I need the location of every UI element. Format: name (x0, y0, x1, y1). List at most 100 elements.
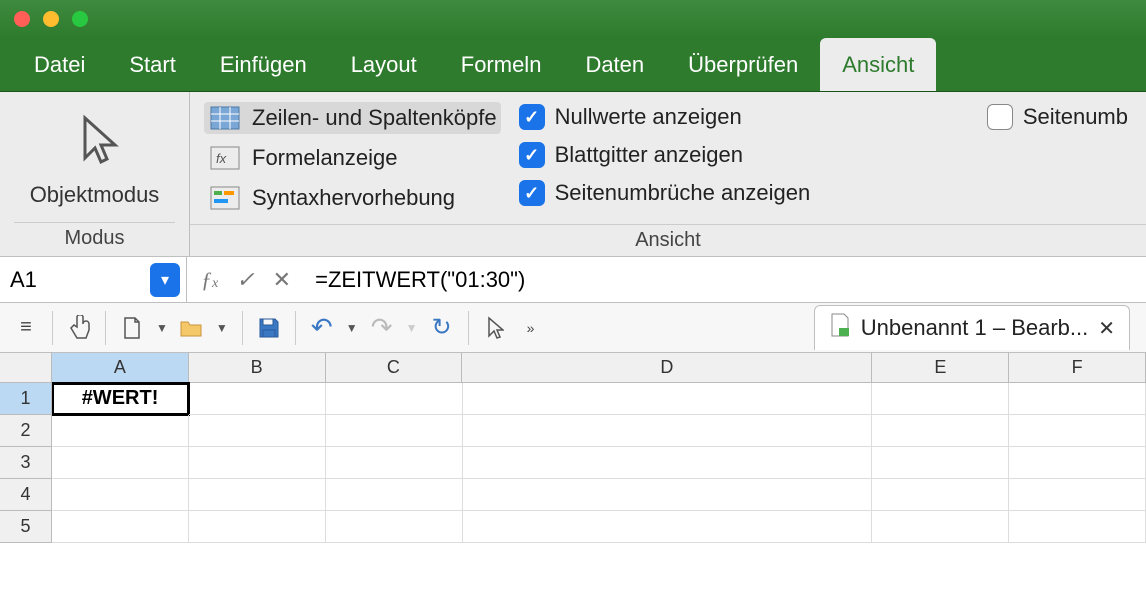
cell[interactable] (52, 479, 189, 511)
cell[interactable] (1009, 415, 1146, 447)
cell[interactable] (189, 383, 326, 415)
row-header[interactable]: 4 (0, 479, 52, 511)
table-row (52, 415, 1146, 447)
name-box-input[interactable] (0, 257, 150, 302)
dropdown-caret-icon[interactable]: ▼ (212, 321, 232, 335)
object-mode-cursor-icon[interactable] (65, 102, 125, 182)
menubar-tab-überprüfen[interactable]: Überprüfen (666, 38, 820, 91)
cell[interactable] (52, 415, 189, 447)
accept-icon[interactable]: ✓ (236, 267, 254, 293)
option-label: Blattgitter anzeigen (555, 142, 743, 168)
formula-input[interactable] (305, 257, 1146, 302)
menubar-tab-einfügen[interactable]: Einfügen (198, 38, 329, 91)
cell[interactable] (463, 447, 872, 479)
dropdown-caret-icon[interactable]: ▼ (152, 321, 172, 335)
traffic-light-close[interactable] (14, 11, 30, 27)
cell[interactable] (872, 511, 1009, 543)
cell[interactable] (52, 447, 189, 479)
touch-icon[interactable] (63, 312, 95, 344)
cell[interactable] (52, 511, 189, 543)
cancel-icon[interactable]: ✕ (273, 267, 291, 293)
cell[interactable] (326, 447, 463, 479)
ribbon-section-mode-label: Modus (14, 222, 175, 250)
menubar-tab-start[interactable]: Start (107, 38, 197, 91)
menubar-tab-ansicht[interactable]: Ansicht (820, 38, 936, 91)
column-header[interactable]: C (326, 353, 463, 383)
new-doc-icon[interactable] (116, 312, 148, 344)
column-header[interactable]: B (189, 353, 326, 383)
name-box-dropdown-icon[interactable]: ▾ (150, 263, 180, 297)
checkbox-icon[interactable] (519, 180, 545, 206)
cell[interactable]: #WERT! (52, 383, 189, 415)
overflow-icon[interactable]: » (515, 312, 547, 344)
cell[interactable] (463, 383, 872, 415)
spreadsheet-grid: 12345 ABCDEF #WERT! (0, 353, 1146, 610)
menubar-tab-formeln[interactable]: Formeln (439, 38, 564, 91)
cell[interactable] (189, 415, 326, 447)
column-headers: ABCDEF (52, 353, 1146, 383)
cell[interactable] (326, 511, 463, 543)
row-header[interactable]: 2 (0, 415, 52, 447)
ribbon-checkbox-option[interactable]: Seitenumbrüche anzeigen (515, 178, 815, 208)
cell[interactable] (189, 511, 326, 543)
column-header[interactable]: E (872, 353, 1009, 383)
document-tab[interactable]: Unbenannt 1 – Bearb... ✕ (814, 305, 1130, 350)
svg-text:fx: fx (216, 151, 227, 166)
table-row: #WERT! (52, 383, 1146, 415)
fx-icon[interactable]: ƒx (201, 267, 218, 293)
column-header[interactable]: D (462, 353, 872, 383)
checkbox-icon[interactable] (519, 104, 545, 130)
name-box[interactable]: ▾ (0, 257, 187, 302)
refresh-icon[interactable]: ↻ (426, 312, 458, 344)
cell[interactable] (189, 479, 326, 511)
ribbon-option[interactable]: fxFormelanzeige (204, 142, 501, 174)
traffic-light-zoom[interactable] (72, 11, 88, 27)
cell[interactable] (326, 383, 463, 415)
menubar-tab-layout[interactable]: Layout (329, 38, 439, 91)
row-header[interactable]: 3 (0, 447, 52, 479)
cell[interactable] (1009, 383, 1146, 415)
cell[interactable] (1009, 479, 1146, 511)
ribbon-option[interactable]: Syntaxhervorhebung (204, 182, 501, 214)
ribbon-option[interactable]: Zeilen- und Spaltenköpfe (204, 102, 501, 134)
redo-icon[interactable]: ↷ (366, 312, 398, 344)
cell[interactable] (326, 479, 463, 511)
dropdown-caret-icon[interactable]: ▼ (402, 321, 422, 335)
cell[interactable] (463, 479, 872, 511)
select-all-corner[interactable] (0, 353, 52, 383)
cell[interactable] (872, 447, 1009, 479)
column-header[interactable]: A (52, 353, 189, 383)
checkbox-icon[interactable] (987, 104, 1013, 130)
open-folder-icon[interactable] (176, 312, 208, 344)
cell[interactable] (463, 511, 872, 543)
checkbox-icon[interactable] (519, 142, 545, 168)
close-icon[interactable]: ✕ (1098, 316, 1115, 341)
option-label: Seitenumbrüche anzeigen (555, 180, 811, 206)
cell[interactable] (1009, 511, 1146, 543)
menubar-tab-datei[interactable]: Datei (12, 38, 107, 91)
menu-icon[interactable]: ≡ (10, 312, 42, 344)
cell[interactable] (872, 415, 1009, 447)
cell[interactable] (326, 415, 463, 447)
cell[interactable] (463, 415, 872, 447)
object-mode-label: Objektmodus (30, 182, 160, 208)
ribbon-checkbox-option[interactable]: Seitenumb (983, 102, 1132, 132)
row-header[interactable]: 5 (0, 511, 52, 543)
save-icon[interactable] (253, 312, 285, 344)
ribbon-section-view-label: Ansicht (190, 224, 1146, 256)
traffic-light-minimize[interactable] (43, 11, 59, 27)
menubar-tab-daten[interactable]: Daten (563, 38, 666, 91)
cell[interactable] (189, 447, 326, 479)
column-header[interactable]: F (1009, 353, 1146, 383)
dropdown-caret-icon[interactable]: ▼ (342, 321, 362, 335)
cell[interactable] (1009, 447, 1146, 479)
undo-icon[interactable]: ↶ (306, 312, 338, 344)
row-header[interactable]: 1 (0, 383, 52, 415)
ribbon-checkbox-option[interactable]: Nullwerte anzeigen (515, 102, 815, 132)
cell[interactable] (872, 479, 1009, 511)
cursor-icon[interactable] (479, 312, 511, 344)
ribbon-checkbox-option[interactable]: Blattgitter anzeigen (515, 140, 815, 170)
option-glyph-icon (208, 104, 242, 132)
cell[interactable] (872, 383, 1009, 415)
formula-bar-icons: ƒx ✓ ✕ (187, 267, 305, 293)
